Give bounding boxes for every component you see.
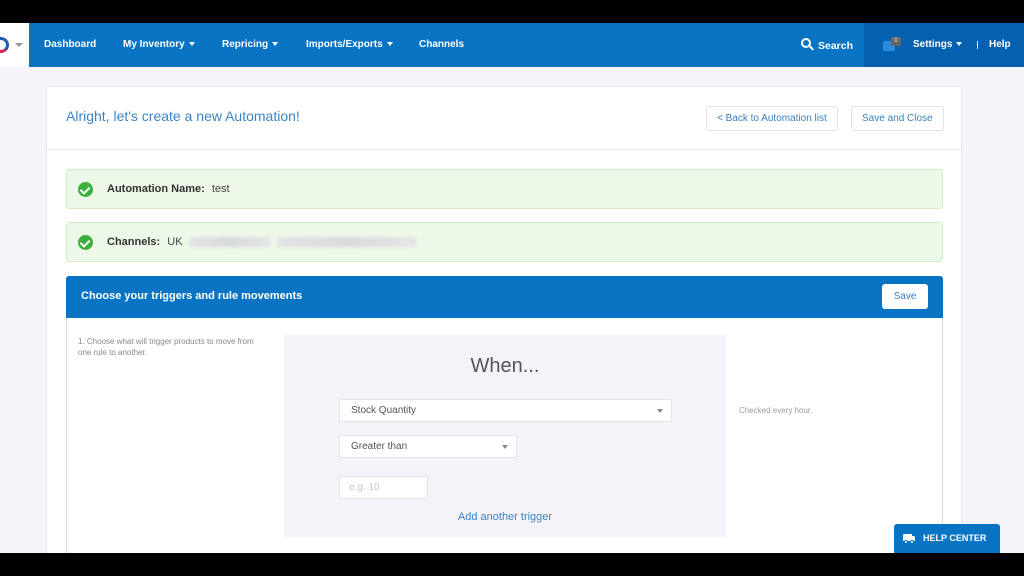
- when-trigger-box: When... Stock Quantity Greater than Add …: [284, 335, 726, 537]
- card-header: Alright, let's create a new Automation! …: [47, 87, 961, 150]
- add-another-trigger-link[interactable]: Add another trigger: [284, 511, 726, 523]
- step-instruction: 1. Choose what will trigger products to …: [78, 337, 254, 357]
- settings-menu[interactable]: Settings: [913, 23, 963, 67]
- search-label: Search: [818, 40, 854, 52]
- notifications-button[interactable]: 0: [883, 37, 903, 53]
- automation-name-label: Automation Name:: [107, 183, 205, 195]
- trigger-metric-value: Stock Quantity: [351, 405, 417, 416]
- nav-repricing-label: Repricing: [222, 39, 269, 50]
- app-viewport: Dashboard My Inventory Repricing Imports…: [0, 23, 1024, 553]
- notification-count-badge: 0: [891, 37, 901, 46]
- logo-icon: [0, 37, 9, 53]
- check-circle-icon: [78, 235, 93, 250]
- back-to-automation-list-button[interactable]: < Back to Automation list: [706, 106, 838, 131]
- help-center-button[interactable]: HELP CENTER: [894, 524, 1000, 553]
- nav-my-inventory-label: My Inventory: [123, 39, 185, 50]
- triggers-panel: Choose your triggers and rule movements …: [66, 276, 943, 553]
- when-title: When...: [470, 355, 540, 377]
- save-and-close-button[interactable]: Save and Close: [851, 106, 944, 131]
- automation-card: Alright, let's create a new Automation! …: [46, 86, 962, 553]
- truck-icon: [903, 534, 915, 544]
- nav-imports-exports-label: Imports/Exports: [306, 39, 383, 50]
- settings-label: Settings: [913, 39, 953, 50]
- channels-value: UK: [167, 236, 183, 248]
- trigger-operator-select[interactable]: Greater than: [339, 435, 517, 458]
- logo-menu[interactable]: [0, 23, 29, 67]
- chevron-down-icon: [188, 42, 195, 47]
- nav-channels-label: Channels: [419, 39, 465, 50]
- channels-text: Channels: UK: [107, 236, 417, 248]
- nav-divider: [977, 41, 978, 49]
- letterbox-bottom: [0, 553, 1024, 576]
- help-label: Help: [989, 39, 1011, 50]
- channels-summary: Channels: UK: [66, 222, 943, 262]
- nav-my-inventory[interactable]: My Inventory: [123, 23, 195, 67]
- page-title: Alright, let's create a new Automation!: [66, 108, 300, 124]
- nav-dashboard-label: Dashboard: [44, 39, 97, 50]
- automation-name-value: test: [211, 183, 230, 195]
- redacted-channel: [188, 237, 271, 248]
- search-button[interactable]: Search: [801, 23, 853, 67]
- nav-repricing[interactable]: Repricing: [222, 23, 279, 67]
- save-button[interactable]: Save: [882, 284, 928, 309]
- triggers-title: Choose your triggers and rule movements: [81, 290, 303, 302]
- help-link[interactable]: Help: [989, 23, 1011, 67]
- trigger-operator-value: Greater than: [351, 441, 408, 452]
- chevron-down-icon: [502, 445, 508, 449]
- automation-name-summary: Automation Name: test: [66, 169, 943, 209]
- trigger-metric-select[interactable]: Stock Quantity: [339, 399, 672, 422]
- triggers-header: Choose your triggers and rule movements …: [66, 276, 943, 318]
- nav-dashboard[interactable]: Dashboard: [44, 23, 96, 67]
- trigger-value-input[interactable]: [339, 476, 428, 499]
- search-icon: [801, 38, 814, 51]
- help-center-label: HELP CENTER: [923, 533, 987, 543]
- channels-label: Channels:: [107, 236, 161, 248]
- top-navbar: Dashboard My Inventory Repricing Imports…: [0, 23, 1024, 67]
- nav-channels[interactable]: Channels: [419, 23, 464, 67]
- nav-imports-exports[interactable]: Imports/Exports: [306, 23, 393, 67]
- chevron-down-icon: [15, 43, 23, 47]
- chevron-down-icon: [386, 42, 393, 47]
- check-frequency-note: Checked every hour.: [739, 406, 813, 415]
- chevron-down-icon: [657, 409, 663, 413]
- letterbox-top: [0, 0, 1024, 23]
- chevron-down-icon: [272, 42, 279, 47]
- automation-name-text: Automation Name: test: [107, 183, 230, 195]
- chevron-down-icon: [956, 42, 963, 47]
- redacted-channel: [276, 237, 417, 248]
- check-circle-icon: [78, 182, 93, 197]
